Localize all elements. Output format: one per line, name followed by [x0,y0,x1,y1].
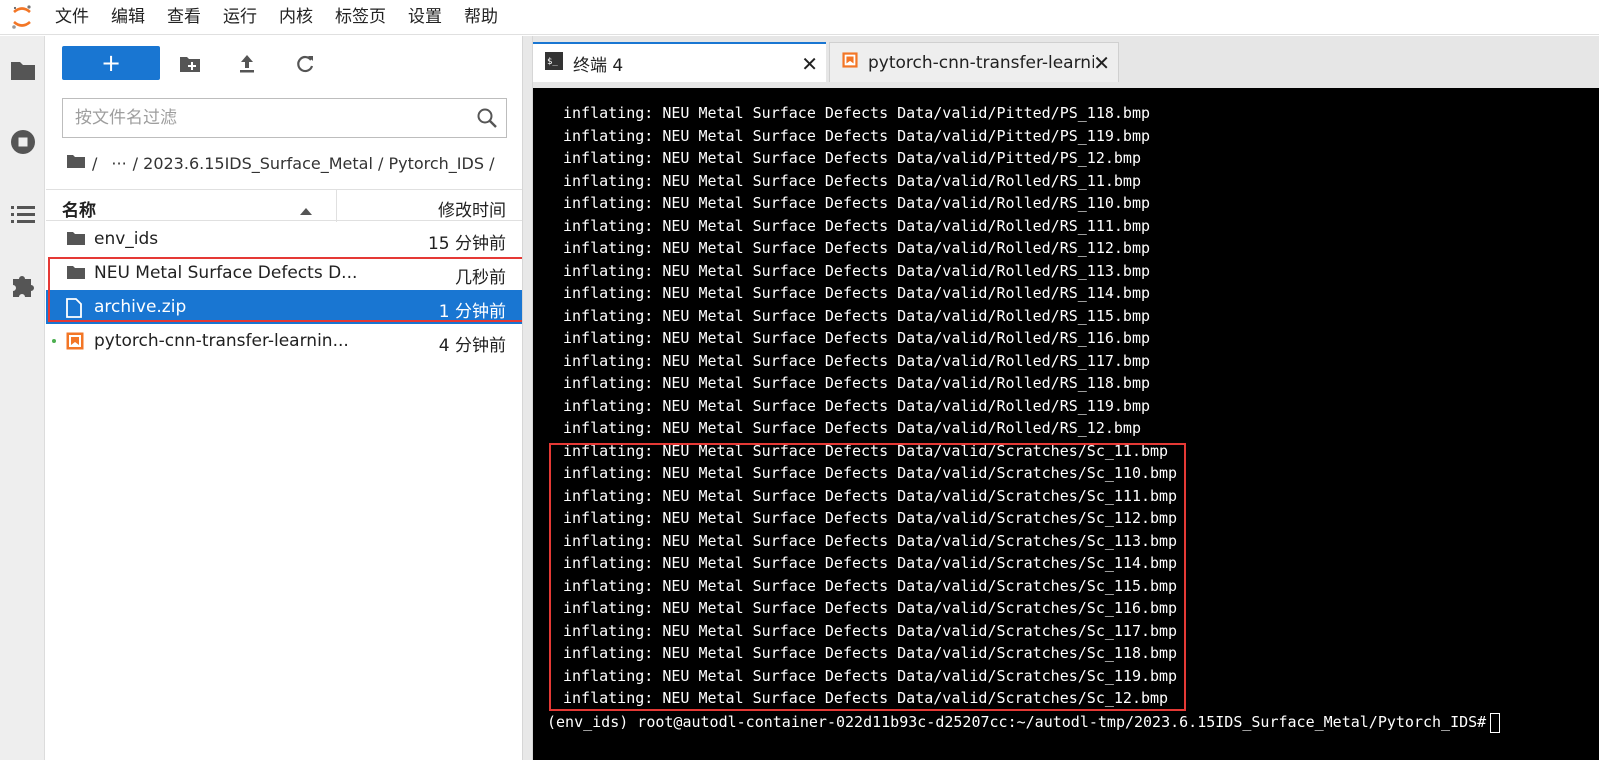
terminal-line: inflating: NEU Metal Surface Defects Dat… [563,262,1150,280]
column-divider[interactable] [336,190,337,222]
folder-icon[interactable] [0,48,45,92]
refresh-icon[interactable] [291,50,319,78]
terminal-line: inflating: NEU Metal Surface Defects Dat… [563,352,1150,370]
new-launcher-button[interactable]: + [62,46,160,80]
breadcrumb-path[interactable]: / 2023.6.15IDS_Surface_Metal / Pytorch_I… [133,154,495,173]
running-indicator [52,339,56,343]
file-name: archive.zip [94,297,187,317]
notebook-icon [842,52,858,73]
terminal-cursor [1490,712,1501,733]
terminal-line: inflating: NEU Metal Surface Defects Dat… [563,667,1178,685]
terminal-line: inflating: NEU Metal Surface Defects Dat… [563,307,1150,325]
terminal-line: inflating: NEU Metal Surface Defects Dat… [563,284,1150,302]
menu-edit[interactable]: 编辑 [100,0,156,35]
jupyter-logo-icon [0,0,44,35]
menu-help[interactable]: 帮助 [453,0,509,35]
panel-splitter[interactable] [522,36,533,760]
file-modified: 15 分钟前 [427,234,506,254]
breadcrumb: / ··· / 2023.6.15IDS_Surface_Metal / Pyt… [66,151,500,175]
terminal-line: inflating: NEU Metal Surface Defects Dat… [563,577,1178,595]
terminal-line: inflating: NEU Metal Surface Defects Dat… [563,622,1178,640]
terminal-line: inflating: NEU Metal Surface Defects Dat… [563,217,1150,235]
list-icon[interactable] [0,192,45,236]
column-header-modified[interactable]: 修改时间 [438,196,506,221]
terminal-line: inflating: NEU Metal Surface Defects Dat… [563,419,1141,437]
file-filter[interactable] [62,98,507,138]
tab-notebook[interactable]: pytorch-cnn-transfer-learning ✕ [829,42,1119,82]
menu-settings[interactable]: 设置 [397,0,453,35]
terminal-line: inflating: NEU Metal Surface Defects Dat… [563,329,1150,347]
upload-icon[interactable] [233,50,261,78]
file-name: NEU Metal Surface Defects D... [94,263,358,283]
tab-label: 终端 4 [573,55,624,76]
file-row[interactable]: env_ids 15 分钟前 [46,222,522,256]
terminal-line: inflating: NEU Metal Surface Defects Dat… [563,127,1150,145]
file-row[interactable]: NEU Metal Surface Defects D... 几秒前 [46,256,522,290]
terminal-icon: $_ [545,51,563,75]
terminal-line: inflating: NEU Metal Surface Defects Dat… [563,374,1150,392]
file-icon [66,298,82,323]
terminal-line: inflating: NEU Metal Surface Defects Dat… [563,442,1169,460]
close-icon[interactable]: ✕ [1093,51,1110,75]
home-folder-icon[interactable] [66,153,86,173]
terminal-line: inflating: NEU Metal Surface Defects Dat… [563,644,1178,662]
tab-bar: $_ 终端 4 ✕ pytorch-cnn-transfer-learning … [533,36,1599,88]
file-name: env_ids [94,229,159,249]
terminal-line: inflating: NEU Metal Surface Defects Dat… [563,194,1150,212]
file-browser-toolbar: + [46,46,522,82]
notebook-icon [66,332,84,355]
file-modified: 1 分钟前 [438,302,506,322]
file-modified: 几秒前 [455,268,506,288]
file-name: pytorch-cnn-transfer-learnin... [94,331,349,351]
tab-label: pytorch-cnn-transfer-learning [868,52,1094,73]
terminal-line: inflating: NEU Metal Surface Defects Dat… [563,464,1178,482]
puzzle-icon[interactable] [0,264,45,308]
menu-kernel[interactable]: 内核 [268,0,324,35]
terminal-output[interactable]: inflating: NEU Metal Surface Defects Dat… [533,88,1599,760]
breadcrumb-root[interactable]: / [92,154,97,173]
stop-circle-icon[interactable] [0,120,45,164]
menu-run[interactable]: 运行 [212,0,268,35]
sort-caret-up-icon[interactable] [300,200,312,220]
filter-input[interactable] [63,108,463,128]
terminal-line: inflating: NEU Metal Surface Defects Dat… [563,532,1178,550]
terminal-line: inflating: NEU Metal Surface Defects Dat… [563,172,1141,190]
file-browser: + / ··· / 2023.6.15IDS_Surface_Metal / P… [46,36,524,760]
terminal-line: inflating: NEU Metal Surface Defects Dat… [563,487,1178,505]
folder-icon [66,264,86,285]
terminal-prompt[interactable]: (env_ids) root@autodl-container-022d11b9… [547,711,1501,733]
breadcrumb-ellipsis[interactable]: ··· [111,154,126,173]
terminal-line: inflating: NEU Metal Surface Defects Dat… [563,397,1150,415]
prompt-text: (env_ids) root@autodl-container-022d11b9… [547,713,1487,731]
tab-terminal[interactable]: $_ 终端 4 ✕ [533,42,826,82]
new-folder-icon[interactable] [176,50,204,78]
activity-bar [0,36,45,760]
terminal-line: inflating: NEU Metal Surface Defects Dat… [563,149,1141,167]
file-modified: 4 分钟前 [438,336,506,356]
search-icon [476,107,498,134]
terminal-line: inflating: NEU Metal Surface Defects Dat… [563,554,1178,572]
menu-bar: 文件 编辑 查看 运行 内核 标签页 设置 帮助 [0,0,1599,35]
file-list-header: 名称 修改时间 [46,189,522,222]
terminal-line: inflating: NEU Metal Surface Defects Dat… [563,104,1150,122]
menu-file[interactable]: 文件 [44,0,100,35]
terminal-line: inflating: NEU Metal Surface Defects Dat… [563,509,1178,527]
terminal-line: inflating: NEU Metal Surface Defects Dat… [563,239,1150,257]
terminal-line: inflating: NEU Metal Surface Defects Dat… [563,689,1169,707]
column-header-name[interactable]: 名称 [62,196,96,221]
menu-view[interactable]: 查看 [156,0,212,35]
file-row-selected[interactable]: archive.zip 1 分钟前 [46,290,522,324]
file-row[interactable]: pytorch-cnn-transfer-learnin... 4 分钟前 [46,324,522,358]
terminal-line: inflating: NEU Metal Surface Defects Dat… [563,599,1178,617]
folder-icon [66,230,86,251]
menu-tabs[interactable]: 标签页 [324,0,397,35]
close-icon[interactable]: ✕ [801,52,818,76]
svg-text:$_: $_ [547,57,558,67]
